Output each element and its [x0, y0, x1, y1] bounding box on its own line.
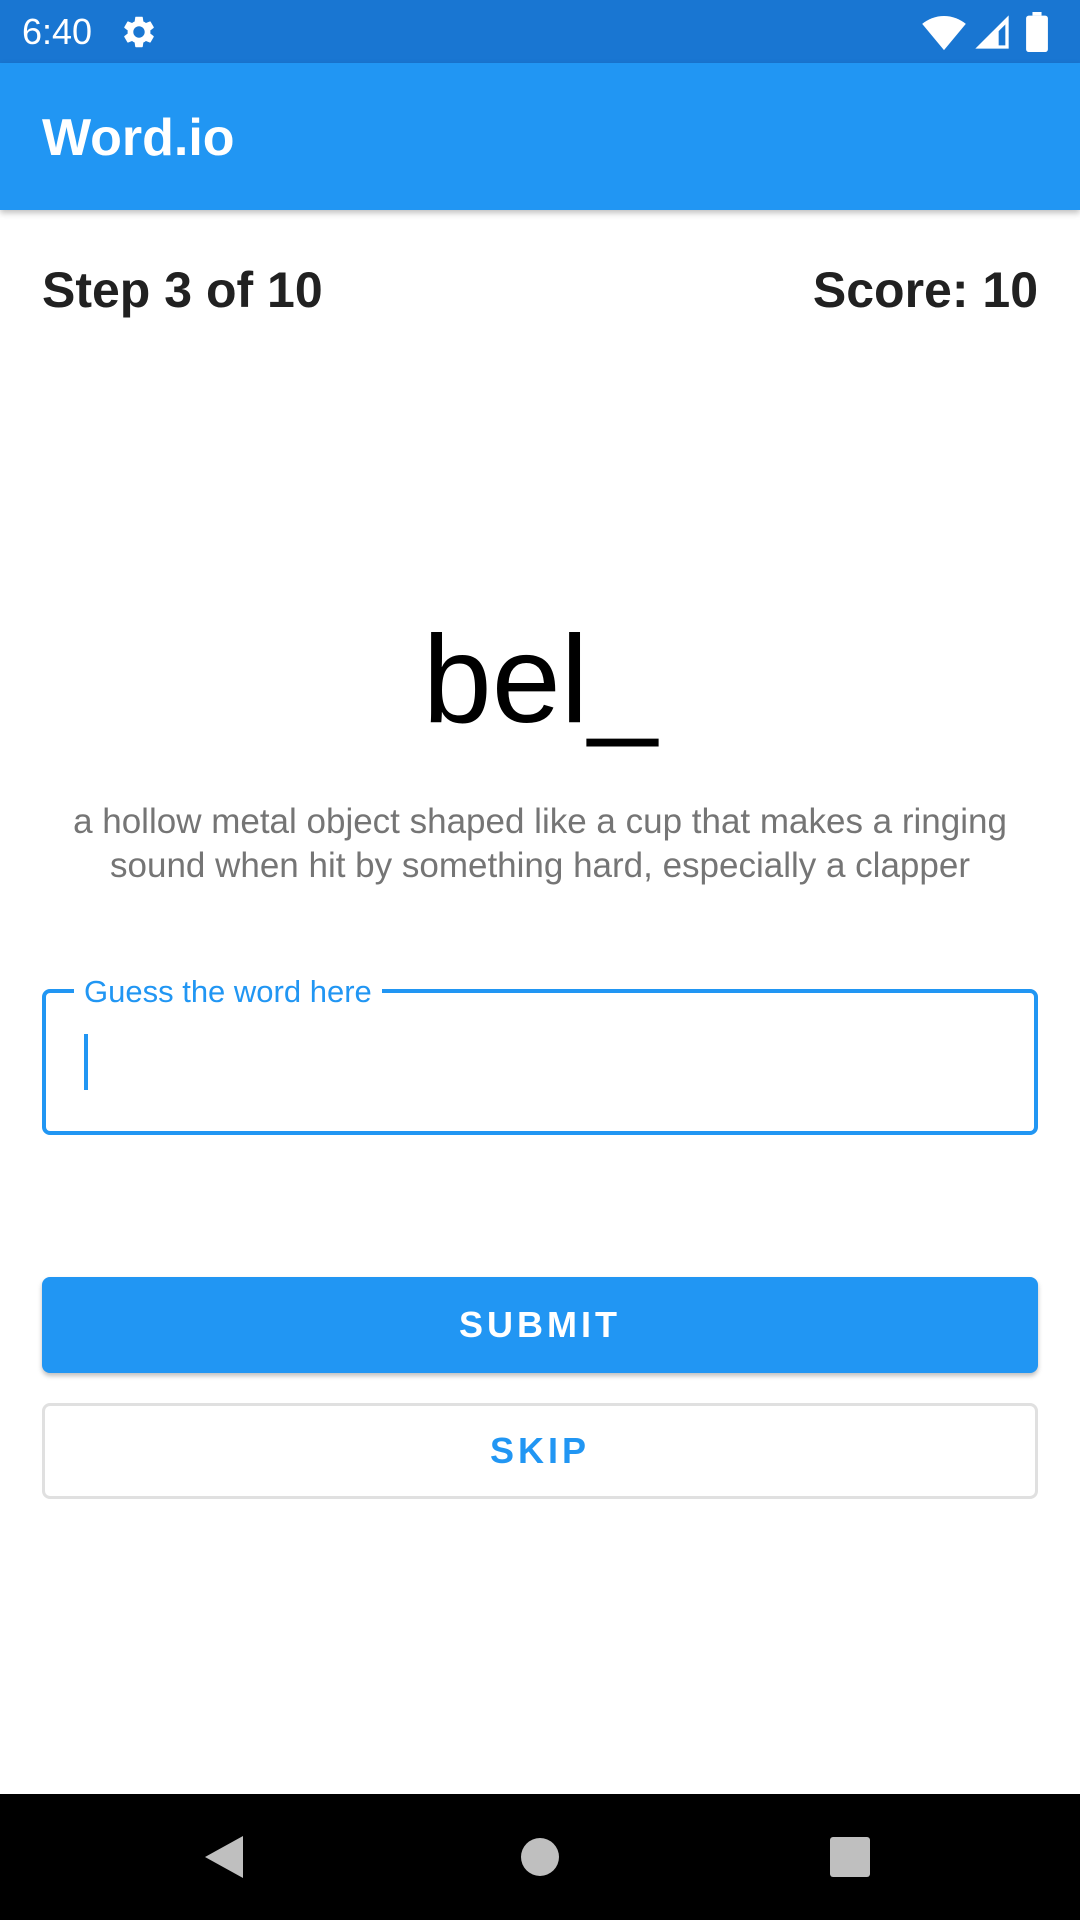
- home-icon[interactable]: [520, 1837, 560, 1877]
- status-bar: 6:40: [0, 0, 1080, 63]
- skip-button[interactable]: SKIP: [42, 1403, 1038, 1499]
- gear-icon: [124, 16, 154, 48]
- wifi-icon: [922, 16, 966, 51]
- app-title: Word.io: [42, 109, 235, 167]
- word-hint: bel_: [422, 611, 658, 749]
- status-time: 6:40: [22, 11, 93, 52]
- text-cursor: [84, 1034, 88, 1090]
- guess-input-label: Guess the word here: [74, 972, 382, 1012]
- back-icon[interactable]: [203, 1834, 245, 1880]
- cell-signal-icon: [975, 15, 1009, 49]
- navigation-bar: [0, 1794, 1080, 1920]
- guess-input[interactable]: [80, 1025, 1010, 1095]
- score-display: Score: 10: [812, 262, 1038, 318]
- progress-row: Step 3 of 10 Score: 10: [42, 258, 1038, 322]
- word-definition: a hollow metal object shaped like a cup …: [73, 802, 1007, 885]
- app-bar: Word.io: [0, 63, 1080, 210]
- step-counter: Step 3 of 10: [42, 262, 323, 318]
- submit-button[interactable]: SUBMIT: [42, 1277, 1038, 1373]
- battery-icon: [1026, 12, 1048, 52]
- recents-icon[interactable]: [830, 1837, 870, 1877]
- status-icons: [922, 12, 1062, 52]
